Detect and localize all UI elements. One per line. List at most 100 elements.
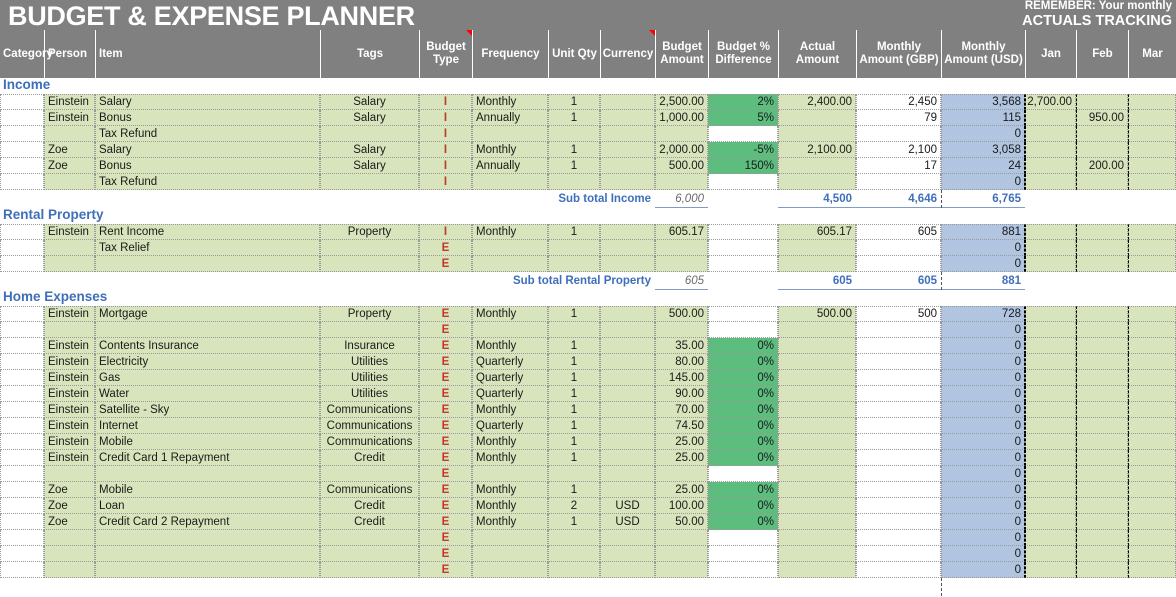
cell-jan[interactable] (1025, 338, 1076, 354)
cell-budget_pct_diff[interactable] (708, 562, 778, 578)
cell-item[interactable]: Water (95, 386, 320, 402)
cell-item[interactable]: Salary (95, 94, 320, 110)
cell-item[interactable]: Mortgage (95, 306, 320, 322)
cell-budget_type[interactable]: E (419, 386, 472, 402)
cell-tags[interactable]: Salary (320, 158, 419, 174)
cell-category[interactable] (0, 370, 44, 386)
cell-budget_pct_diff[interactable] (708, 224, 778, 240)
cell-jan[interactable] (1025, 498, 1076, 514)
cell-budget_amount[interactable]: 80.00 (655, 354, 708, 370)
cell-tags[interactable]: Property (320, 224, 419, 240)
cell-jan[interactable] (1025, 482, 1076, 498)
cell-person[interactable] (44, 530, 95, 546)
cell-monthly_gbp[interactable] (856, 354, 941, 370)
cell-currency[interactable] (600, 240, 655, 256)
cell-person[interactable] (44, 256, 95, 272)
cell-unit_qty[interactable]: 1 (548, 434, 600, 450)
cell-budget_type[interactable]: E (419, 354, 472, 370)
cell-monthly_gbp[interactable] (856, 498, 941, 514)
cell-frequency[interactable] (472, 240, 548, 256)
cell-currency[interactable] (600, 466, 655, 482)
cell-person[interactable]: Zoe (44, 142, 95, 158)
cell-mar[interactable] (1128, 224, 1176, 240)
cell-budget_amount[interactable]: 90.00 (655, 386, 708, 402)
cell-feb[interactable] (1076, 240, 1128, 256)
cell-jan[interactable] (1025, 562, 1076, 578)
cell-frequency[interactable] (472, 256, 548, 272)
cell-tags[interactable] (320, 174, 419, 190)
cell-budget_type[interactable]: I (419, 158, 472, 174)
cell-budget_amount[interactable]: 74.50 (655, 418, 708, 434)
table-row[interactable]: ZoeLoanCreditEMonthly2USD100.000%0 (0, 498, 1176, 514)
cell-tags[interactable]: Salary (320, 110, 419, 126)
cell-person[interactable] (44, 466, 95, 482)
cell-item[interactable]: Gas (95, 370, 320, 386)
cell-monthly_usd[interactable]: 24 (941, 158, 1025, 174)
column-header-person[interactable]: Person (44, 30, 95, 78)
cell-feb[interactable] (1076, 498, 1128, 514)
cell-category[interactable] (0, 514, 44, 530)
cell-actual_amount[interactable] (778, 386, 856, 402)
cell-unit_qty[interactable]: 1 (548, 370, 600, 386)
cell-mar[interactable] (1128, 466, 1176, 482)
cell-item[interactable]: Rent Income (95, 224, 320, 240)
cell-category[interactable] (0, 386, 44, 402)
cell-mar[interactable] (1128, 110, 1176, 126)
cell-frequency[interactable] (472, 562, 548, 578)
cell-jan[interactable] (1025, 402, 1076, 418)
column-header-unit_qty[interactable]: Unit Qty (548, 30, 600, 78)
cell-item[interactable]: Tax Relief (95, 240, 320, 256)
column-header-monthly_usd[interactable]: MonthlyAmount (USD) (941, 30, 1025, 78)
cell-mar[interactable] (1128, 256, 1176, 272)
cell-currency[interactable] (600, 450, 655, 466)
cell-mar[interactable] (1128, 562, 1176, 578)
cell-actual_amount[interactable] (778, 562, 856, 578)
cell-monthly_usd[interactable]: 0 (941, 338, 1025, 354)
cell-budget_amount[interactable]: 605.17 (655, 224, 708, 240)
cell-budget_amount[interactable] (655, 562, 708, 578)
column-header-budget_type[interactable]: BudgetType (419, 30, 472, 78)
cell-category[interactable] (0, 174, 44, 190)
cell-person[interactable]: Zoe (44, 514, 95, 530)
cell-jan[interactable] (1025, 322, 1076, 338)
cell-unit_qty[interactable]: 1 (548, 94, 600, 110)
cell-currency[interactable] (600, 306, 655, 322)
cell-category[interactable] (0, 402, 44, 418)
cell-monthly_usd[interactable]: 0 (941, 482, 1025, 498)
table-row[interactable]: Tax RefundI0 (0, 126, 1176, 142)
cell-budget_pct_diff[interactable] (708, 530, 778, 546)
cell-jan[interactable] (1025, 418, 1076, 434)
cell-jan[interactable] (1025, 126, 1076, 142)
table-row[interactable]: ZoeMobileCommunicationsEMonthly125.000%0 (0, 482, 1176, 498)
cell-currency[interactable] (600, 174, 655, 190)
cell-mar[interactable] (1128, 402, 1176, 418)
cell-mar[interactable] (1128, 240, 1176, 256)
cell-person[interactable] (44, 126, 95, 142)
table-row[interactable]: EinsteinMobileCommunicationsEMonthly125.… (0, 434, 1176, 450)
cell-jan[interactable] (1025, 224, 1076, 240)
table-row[interactable]: EinsteinMortgagePropertyEMonthly1500.005… (0, 306, 1176, 322)
cell-feb[interactable] (1076, 514, 1128, 530)
cell-monthly_usd[interactable]: 0 (941, 402, 1025, 418)
cell-currency[interactable] (600, 224, 655, 240)
cell-budget_amount[interactable] (655, 530, 708, 546)
cell-category[interactable] (0, 530, 44, 546)
cell-budget_amount[interactable]: 35.00 (655, 338, 708, 354)
cell-actual_amount[interactable] (778, 434, 856, 450)
cell-frequency[interactable] (472, 530, 548, 546)
cell-jan[interactable] (1025, 450, 1076, 466)
cell-budget_type[interactable]: E (419, 546, 472, 562)
cell-unit_qty[interactable]: 1 (548, 354, 600, 370)
cell-mar[interactable] (1128, 306, 1176, 322)
cell-actual_amount[interactable] (778, 158, 856, 174)
cell-tags[interactable]: Credit (320, 514, 419, 530)
cell-monthly_usd[interactable]: 0 (941, 466, 1025, 482)
cell-category[interactable] (0, 354, 44, 370)
cell-currency[interactable] (600, 158, 655, 174)
cell-person[interactable]: Einstein (44, 370, 95, 386)
cell-unit_qty[interactable]: 1 (548, 306, 600, 322)
cell-feb[interactable] (1076, 434, 1128, 450)
cell-frequency[interactable]: Monthly (472, 482, 548, 498)
cell-monthly_gbp[interactable]: 79 (856, 110, 941, 126)
cell-unit_qty[interactable] (548, 322, 600, 338)
